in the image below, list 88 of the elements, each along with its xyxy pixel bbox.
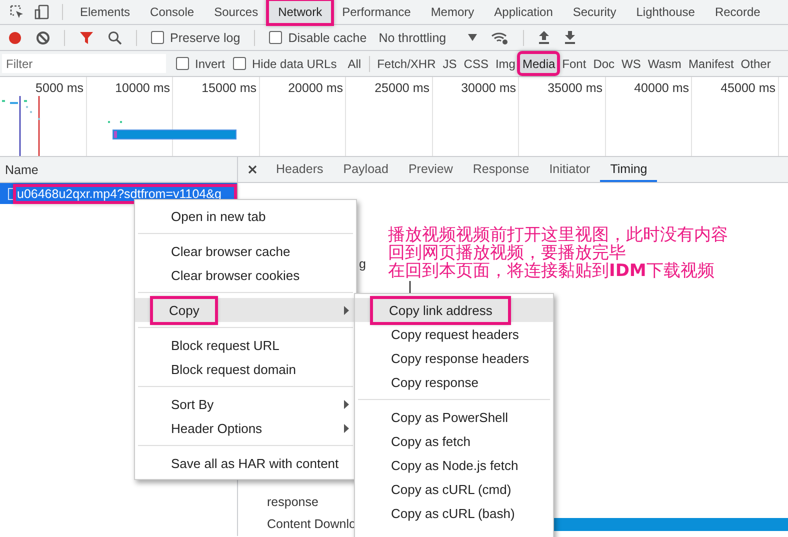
panel-tab[interactable]: Lighthouse xyxy=(626,0,705,24)
request-row[interactable]: u06468u2qxr.mp4?sdtfrom=v1104&g xyxy=(0,183,237,204)
time-tick-label: 35000 ms xyxy=(548,81,602,95)
menu-item[interactable]: Copy link address xyxy=(355,298,553,322)
time-tick-label: 5000 ms xyxy=(36,81,84,95)
throttling-dropdown[interactable]: No throttling xyxy=(378,30,446,44)
time-tick-label: 40000 ms xyxy=(634,81,689,95)
upload-icon[interactable] xyxy=(538,31,550,44)
time-tick-label: 10000 ms xyxy=(115,81,170,95)
menu-item[interactable]: Copy as fetch xyxy=(355,429,553,453)
type-filter[interactable]: WS xyxy=(618,53,644,74)
detail-tab[interactable]: Response xyxy=(462,157,540,182)
device-toolbar-icon[interactable] xyxy=(34,4,50,20)
column-header[interactable]: Name xyxy=(0,157,237,183)
timing-label: g xyxy=(359,257,367,271)
panel-tab[interactable]: Console xyxy=(140,0,204,24)
timing-label: response xyxy=(267,495,318,509)
panel-tab[interactable]: Sources xyxy=(204,0,268,24)
type-filter[interactable]: Media xyxy=(519,53,558,74)
menu-item[interactable]: Open in new tab xyxy=(135,204,356,228)
annotation-text: 播放视频视频前打开这里视图，此时没有内容 xyxy=(388,226,728,244)
document-icon xyxy=(8,188,15,200)
close-icon[interactable] xyxy=(248,165,257,174)
panel-tab[interactable]: Application xyxy=(484,0,563,24)
menu-item[interactable]: Copy as cURL (cmd) xyxy=(355,477,553,501)
type-filter[interactable]: Doc xyxy=(590,53,618,74)
panel-tab[interactable]: Memory xyxy=(420,0,484,24)
annotation-text: 在回到本页面，将连接黏贴到IDM下载视频 xyxy=(388,262,716,280)
menu-item[interactable]: Copy request headers xyxy=(355,322,553,346)
menu-item[interactable]: Copy response headers xyxy=(355,346,553,370)
detail-tab[interactable]: Preview xyxy=(398,157,463,182)
time-tick-label: 30000 ms xyxy=(461,81,516,95)
menu-item[interactable]: Header Options xyxy=(135,416,356,440)
submenu-arrow-icon xyxy=(344,306,349,314)
record-icon[interactable] xyxy=(8,30,22,44)
detail-tab[interactable]: Initiator xyxy=(539,157,600,182)
time-tick-label: 25000 ms xyxy=(374,81,430,95)
dropdown-caret-icon[interactable] xyxy=(468,34,478,41)
submenu-arrow-icon xyxy=(344,400,349,408)
search-icon[interactable] xyxy=(108,30,122,44)
menu-item[interactable]: Copy xyxy=(135,298,356,322)
checkbox[interactable] xyxy=(233,57,246,70)
download-icon[interactable] xyxy=(564,31,576,44)
detail-tab[interactable]: Headers xyxy=(266,157,334,182)
clear-icon[interactable] xyxy=(36,30,50,44)
submenu-arrow-icon xyxy=(344,424,349,432)
wifi-settings-icon[interactable] xyxy=(491,30,510,44)
menu-item[interactable]: Block request URL xyxy=(135,333,356,357)
detail-tab[interactable]: Timing xyxy=(600,157,658,182)
menu-item[interactable]: Copy as PowerShell xyxy=(355,405,553,429)
checkbox[interactable] xyxy=(176,57,189,70)
checkbox-label: Hide data URLs xyxy=(252,56,337,70)
menu-item[interactable]: Copy as Node.js fetch xyxy=(355,453,553,477)
annotation-text: 回到网页播放视频，要播放完毕 xyxy=(388,244,627,262)
menu-item[interactable]: Clear browser cookies xyxy=(135,263,356,287)
panel-tab[interactable]: Performance xyxy=(332,0,421,24)
checkbox[interactable] xyxy=(151,31,164,44)
filter-icon[interactable] xyxy=(79,30,94,44)
inspect-cursor-icon[interactable] xyxy=(9,4,25,20)
menu-item[interactable]: Copy response xyxy=(355,370,553,394)
checkbox-label: Disable cache xyxy=(288,30,367,44)
type-filter[interactable]: Manifest xyxy=(685,53,737,74)
filter-field[interactable]: Filter xyxy=(2,54,166,73)
time-tick-label: 45000 ms xyxy=(720,81,776,95)
panel-tab[interactable]: Recorde xyxy=(704,0,770,24)
type-filter[interactable]: Img xyxy=(492,53,518,74)
type-filter[interactable]: Wasm xyxy=(644,53,684,74)
type-filter[interactable]: Font xyxy=(559,53,590,74)
menu-item[interactable]: Copy as cURL (bash) xyxy=(355,501,553,525)
menu-item[interactable]: Block request domain xyxy=(135,357,356,381)
type-filter[interactable]: Fetch/XHR xyxy=(374,53,439,74)
menu-item[interactable]: Clear browser cache xyxy=(135,239,356,263)
type-filter[interactable]: Other xyxy=(738,53,774,74)
time-tick-label: 15000 ms xyxy=(202,81,256,95)
type-filter[interactable]: All xyxy=(344,53,364,74)
panel-tab[interactable]: Network xyxy=(268,0,332,24)
menu-item[interactable]: Save all as HAR with content xyxy=(135,451,356,475)
checkbox[interactable] xyxy=(269,31,282,44)
panel-tab[interactable]: Security xyxy=(562,0,626,24)
checkbox-label: Preserve log xyxy=(170,30,240,44)
type-filter[interactable]: CSS xyxy=(460,53,492,74)
time-tick-label: 20000 ms xyxy=(288,81,343,95)
menu-item[interactable]: Sort By xyxy=(135,392,356,416)
type-filter[interactable]: JS xyxy=(440,53,460,74)
detail-tab[interactable]: Payload xyxy=(333,157,398,182)
panel-tab[interactable]: Elements xyxy=(70,0,140,24)
request-name: u06468u2qxr.mp4?sdtfrom=v1104&g xyxy=(15,186,236,202)
checkbox-label: Invert xyxy=(195,56,226,70)
